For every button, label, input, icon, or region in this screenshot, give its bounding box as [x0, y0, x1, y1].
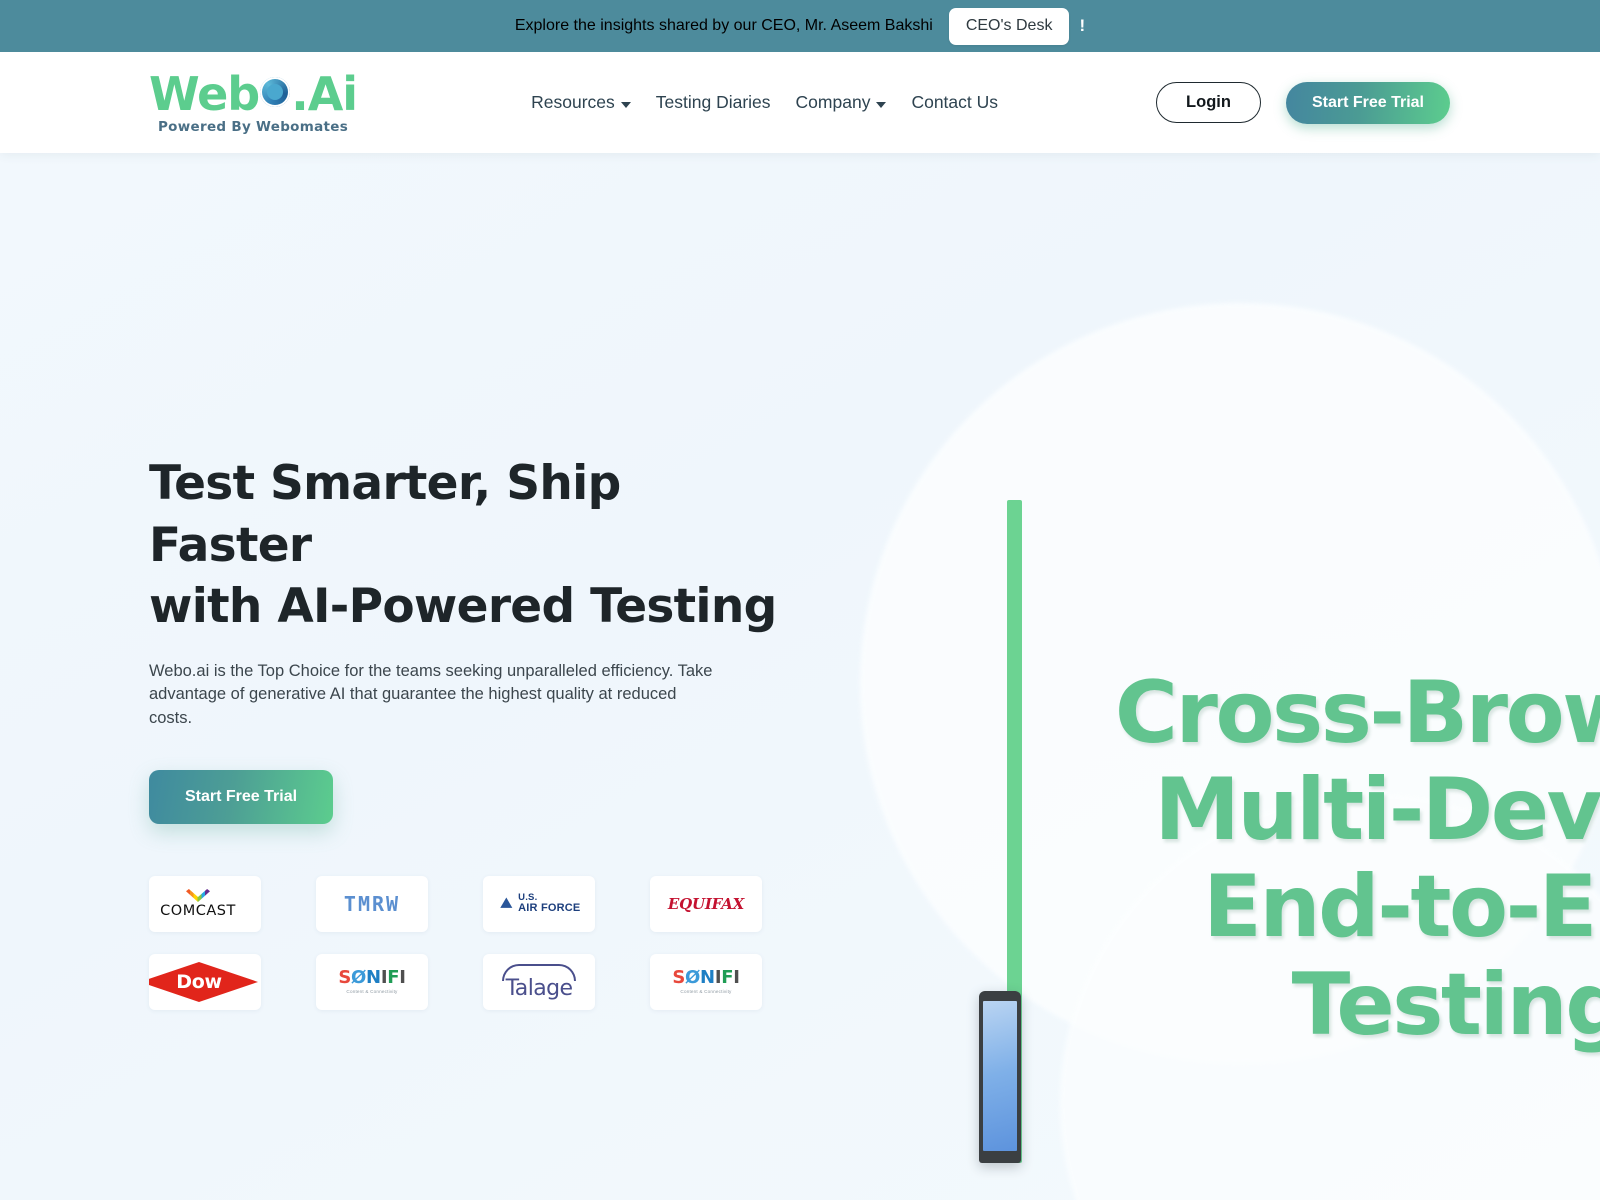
announcement-bar: Explore the insights shared by our CEO, …	[0, 0, 1600, 52]
logo-tagline: Powered By Webomates	[157, 118, 349, 135]
sonifi-letter: S	[338, 967, 352, 989]
header-inner: Web .Ai Powered By Webomates Resources T…	[0, 71, 1600, 135]
client-sublabel: Content & Connectivity	[346, 989, 398, 995]
sonifi-letter: Ø	[685, 967, 701, 989]
air-force-text: U.S. AIR FORCE	[518, 893, 580, 915]
client-logo-tmrw: TMRW	[316, 875, 428, 932]
nav-label: Resources	[531, 92, 615, 112]
nav-item-company[interactable]: Company	[796, 92, 887, 113]
login-button[interactable]: Login	[1156, 82, 1261, 123]
announcement-content: Explore the insights shared by our CEO, …	[514, 7, 1086, 45]
logo-wordmark: Web .Ai	[149, 66, 358, 121]
site-header: Web .Ai Powered By Webomates Resources T…	[0, 52, 1600, 153]
sonifi-letter: N	[700, 967, 715, 989]
nav-item-resources[interactable]: Resources	[531, 92, 631, 113]
talage-icon: Talage	[502, 963, 576, 1001]
chevron-down-icon	[876, 101, 887, 108]
spiral-o-icon	[260, 76, 291, 107]
sonifi-icon: SØNIFI Content & Connectivity	[338, 967, 406, 995]
sonifi-letter: Ø	[351, 967, 367, 989]
client-label: COMCAST	[160, 902, 236, 919]
page-title: Test Smarter, Ship Faster with AI-Powere…	[149, 456, 777, 635]
start-free-trial-header-button[interactable]: Start Free Trial	[1285, 81, 1450, 124]
announcement-text: Explore the insights shared by our CEO, …	[514, 17, 933, 34]
sonifi-letter: F	[387, 967, 400, 989]
wings-icon: ⯅	[497, 890, 516, 916]
hero-section: Cross-Browser, Multi-Device, End-to-End …	[0, 153, 1600, 1200]
hero-subtext: Webo.ai is the Top Choice for the teams …	[149, 661, 713, 727]
brand-logo[interactable]: Web .Ai Powered By Webomates	[149, 66, 358, 135]
sonifi-wordmark: SØNIFI	[338, 967, 406, 989]
peacock-icon	[186, 888, 210, 902]
sonifi-letter: N	[366, 967, 381, 989]
client-label: Talage	[505, 975, 573, 1001]
logo-text-ai: .Ai	[291, 66, 358, 121]
hero-content: Test Smarter, Ship Faster with AI-Powere…	[149, 453, 789, 1010]
client-logo-comcast: COMCAST	[149, 875, 261, 932]
sonifi-letter: S	[672, 967, 686, 989]
dow-diamond-icon: Dow	[149, 961, 258, 1002]
air-force-icon: ⯅ U.S. AIR FORCE	[497, 890, 581, 916]
ceos-desk-button[interactable]: CEO's Desk	[948, 7, 1070, 45]
nav-label: Testing Diaries	[655, 92, 771, 112]
client-logo-dow: Dow	[149, 953, 261, 1010]
client-label: Dow	[176, 970, 222, 993]
client-logo-air-force: ⯅ U.S. AIR FORCE	[483, 875, 595, 932]
comcast-icon: COMCAST	[160, 888, 236, 919]
client-logo-equifax: EQUIFAX	[650, 875, 762, 932]
sonifi-letter: F	[721, 967, 734, 989]
nav-item-testing-diaries[interactable]: Testing Diaries	[656, 92, 771, 113]
start-free-trial-hero-button[interactable]: Start Free Trial	[149, 769, 334, 824]
client-logo-talage: Talage	[483, 953, 595, 1010]
chevron-down-icon	[620, 101, 631, 108]
sonifi-letter: I	[399, 967, 406, 989]
main-nav: Resources Testing Diaries Company Contac…	[531, 92, 998, 113]
logo-text-web: Web	[149, 66, 260, 121]
client-sublabel: Content & Connectivity	[680, 989, 732, 995]
announcement-exclamation: !	[1079, 16, 1086, 35]
client-label: TMRW	[343, 891, 401, 916]
sonifi-icon: SØNIFI Content & Connectivity	[672, 967, 740, 995]
client-logo-sonifi-2: SØNIFI Content & Connectivity	[650, 953, 762, 1010]
client-logo-sonifi: SØNIFI Content & Connectivity	[316, 953, 428, 1010]
client-logo-grid: COMCAST TMRW ⯅ U.S. AIR FORCE EQUIFAX Do…	[149, 875, 789, 1010]
nav-item-contact-us[interactable]: Contact Us	[911, 92, 998, 113]
sonifi-wordmark: SØNIFI	[672, 967, 740, 989]
sonifi-letter: I	[733, 967, 740, 989]
nav-label: Contact Us	[911, 92, 999, 112]
header-actions: Login Start Free Trial	[1156, 81, 1450, 124]
nav-label: Company	[795, 92, 871, 112]
hero-feature-headline: Cross-Browser, Multi-Device, End-to-End …	[1114, 663, 1600, 1055]
client-label: AIR FORCE	[518, 902, 581, 915]
client-label: EQUIFAX	[667, 894, 745, 913]
